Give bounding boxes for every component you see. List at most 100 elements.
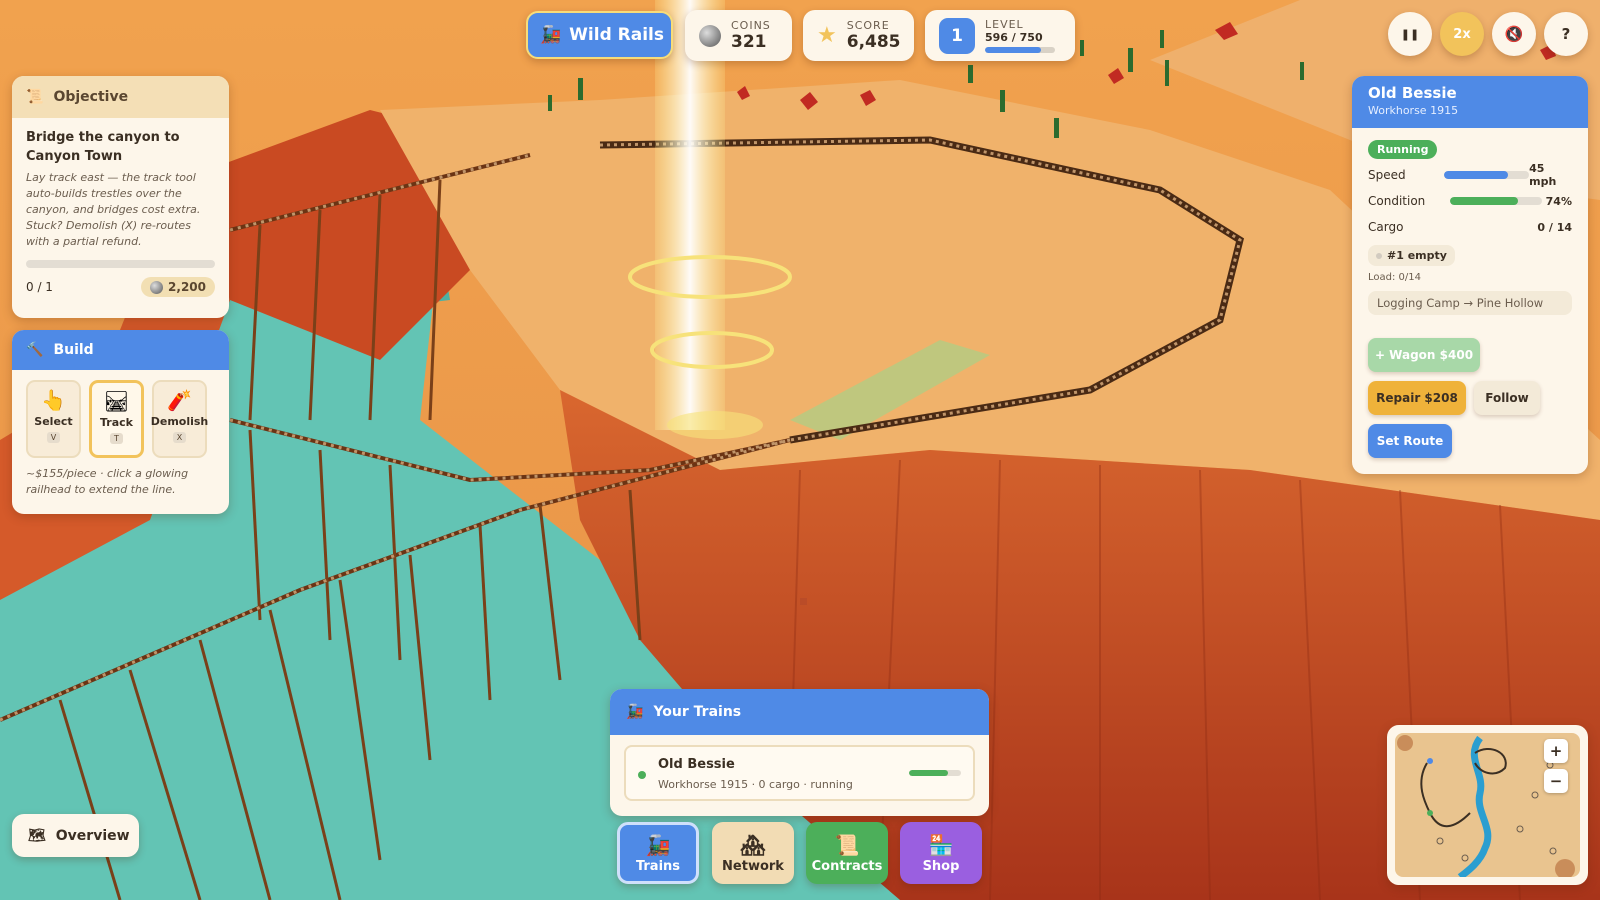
locomotive-icon: 🚂 — [626, 704, 644, 720]
coin-icon — [150, 280, 164, 294]
train-list-progress — [909, 770, 961, 776]
track-icon: 🛤 — [103, 389, 130, 413]
level-indicator: 1 LEVEL 596 / 750 — [925, 10, 1075, 61]
condition-stat: Condition 74% — [1368, 191, 1572, 211]
objective-progress-bar — [26, 260, 215, 268]
objective-reward-value: 2,200 — [168, 280, 206, 294]
train-list-progress-fill — [909, 770, 948, 776]
zoom-out-button[interactable]: − — [1544, 769, 1568, 793]
train-list-name: Old Bessie — [658, 757, 735, 772]
train-details-header: Old Bessie Workhorse 1915 — [1352, 76, 1588, 128]
tool-demolish-button[interactable]: 🧨 Demolish X — [151, 380, 208, 458]
train-details-panel: Old Bessie Workhorse 1915 Running Speed … — [1352, 76, 1588, 474]
sound-button[interactable]: 🔇 — [1492, 12, 1536, 56]
objective-heading: Objective — [53, 89, 129, 105]
coins-label: COINS — [731, 19, 771, 32]
train-list-item[interactable]: Old Bessie Workhorse 1915 · 0 cargo · ru… — [624, 745, 975, 801]
speed-stat: Speed 45 mph — [1368, 162, 1572, 188]
wagon-slot-label: #1 empty — [1387, 249, 1447, 262]
speed-bar-fill — [1443, 171, 1508, 179]
your-trains-header: 🚂 Your Trains — [610, 689, 989, 735]
locomotive-icon: 🚂 — [645, 832, 671, 857]
build-header: 🔨 Build — [12, 330, 229, 370]
score-counter: ★ SCORE 6,485 — [803, 10, 914, 61]
level-progress-fill — [985, 47, 1041, 53]
cargo-stat: Cargo 0 / 14 — [1368, 217, 1572, 237]
level-number: 1 — [939, 17, 975, 54]
train-name: Old Bessie — [1368, 84, 1457, 102]
build-heading: Build — [53, 342, 94, 358]
condition-label: Condition — [1368, 194, 1426, 208]
load-text: Load: 0/14 — [1368, 272, 1421, 283]
condition-bar-fill — [1450, 197, 1519, 205]
hammer-icon: 🔨 — [26, 342, 44, 358]
speed-bar — [1443, 171, 1530, 179]
set-route-button[interactable]: Set Route — [1368, 424, 1452, 458]
tool-track-button[interactable]: 🛤 Track T — [89, 380, 144, 458]
wagon-slot: #1 empty — [1368, 245, 1455, 266]
help-icon: ? — [1561, 25, 1571, 43]
tool-select-button[interactable]: 👆 Select V — [26, 380, 81, 458]
your-trains-panel: 🚂 Your Trains Old Bessie Workhorse 1915 … — [610, 689, 989, 816]
build-panel: 🔨 Build 👆 Select V 🛤 Track T 🧨 Demolish … — [12, 330, 229, 514]
tool-select-label: Select — [34, 415, 73, 428]
overview-label: Overview — [55, 827, 130, 844]
add-wagon-button[interactable]: + Wagon $400 — [1368, 338, 1480, 372]
tab-shop[interactable]: 🏪 Shop — [900, 822, 982, 884]
help-button[interactable]: ? — [1544, 12, 1588, 56]
your-trains-heading: Your Trains — [653, 704, 742, 720]
tab-network[interactable]: 🏘 Network — [712, 822, 794, 884]
speed-button[interactable]: 2x — [1440, 12, 1484, 56]
tool-select-hotkey: V — [46, 432, 61, 443]
level-progress-bar — [985, 47, 1055, 53]
overview-button[interactable]: 🗺 Overview — [12, 814, 139, 857]
slot-dot-icon — [1376, 253, 1382, 259]
level-xp: 596 / 750 — [985, 31, 1043, 44]
speaker-muted-icon: 🔇 — [1504, 25, 1524, 43]
objective-header: 📜 Objective — [12, 76, 229, 118]
objective-reward: 2,200 — [141, 277, 215, 297]
zoom-in-button[interactable]: + — [1544, 739, 1568, 763]
dynamite-icon: 🧨 — [167, 388, 192, 412]
follow-button[interactable]: Follow — [1474, 381, 1540, 415]
speed-label: 2x — [1453, 26, 1471, 42]
route-label: Logging Camp → Pine Hollow — [1368, 291, 1572, 315]
pointer-hand-icon: 👆 — [41, 388, 66, 412]
score-label: SCORE — [846, 19, 890, 32]
coins-value: 321 — [731, 32, 767, 52]
map-icon: 🗺 — [28, 827, 46, 844]
tab-trains-label: Trains — [635, 858, 681, 874]
game-title: Wild Rails — [569, 25, 664, 45]
status-dot-icon — [638, 771, 646, 779]
tab-trains[interactable]: 🚂 Trains — [617, 822, 699, 884]
tool-demolish-hotkey: X — [172, 432, 187, 443]
scroll-icon: 📜 — [26, 89, 44, 105]
tool-track-hotkey: T — [110, 433, 123, 444]
game-title-badge: 🚂 Wild Rails — [526, 11, 673, 59]
speed-value: 45 mph — [1529, 162, 1557, 188]
objective-description: Lay track east — the track tool auto-bui… — [26, 171, 201, 248]
stations-icon: 🏘 — [740, 832, 766, 857]
tab-contracts[interactable]: 📜 Contracts — [806, 822, 888, 884]
minimap[interactable]: + − — [1387, 725, 1588, 885]
condition-bar — [1450, 197, 1542, 205]
train-list-subtitle: Workhorse 1915 · 0 cargo · running — [658, 778, 853, 791]
tab-network-label: Network — [722, 858, 784, 874]
build-cost-note: ~$155/piece · click a glowing railhead t… — [26, 467, 189, 496]
objective-panel: 📜 Objective Bridge the canyon to Canyon … — [12, 76, 229, 318]
repair-button[interactable]: Repair $208 — [1368, 381, 1466, 415]
shop-icon: 🏪 — [928, 832, 954, 857]
scroll-icon: 📜 — [834, 832, 860, 857]
pause-icon: ❚❚ — [1400, 27, 1420, 41]
score-value: 6,485 — [846, 32, 901, 52]
pause-button[interactable]: ❚❚ — [1388, 12, 1432, 56]
locomotive-icon: 🚂 — [540, 25, 562, 45]
objective-progress-text: 0 / 1 — [26, 280, 53, 294]
speed-label: Speed — [1368, 168, 1406, 182]
status-badge: Running — [1368, 140, 1438, 159]
tab-contracts-label: Contracts — [811, 858, 883, 874]
train-model: Workhorse 1915 — [1368, 104, 1459, 117]
level-label: LEVEL — [985, 18, 1024, 31]
star-icon: ★ — [817, 23, 837, 48]
objective-title: Bridge the canyon to Canyon Town — [26, 130, 180, 164]
